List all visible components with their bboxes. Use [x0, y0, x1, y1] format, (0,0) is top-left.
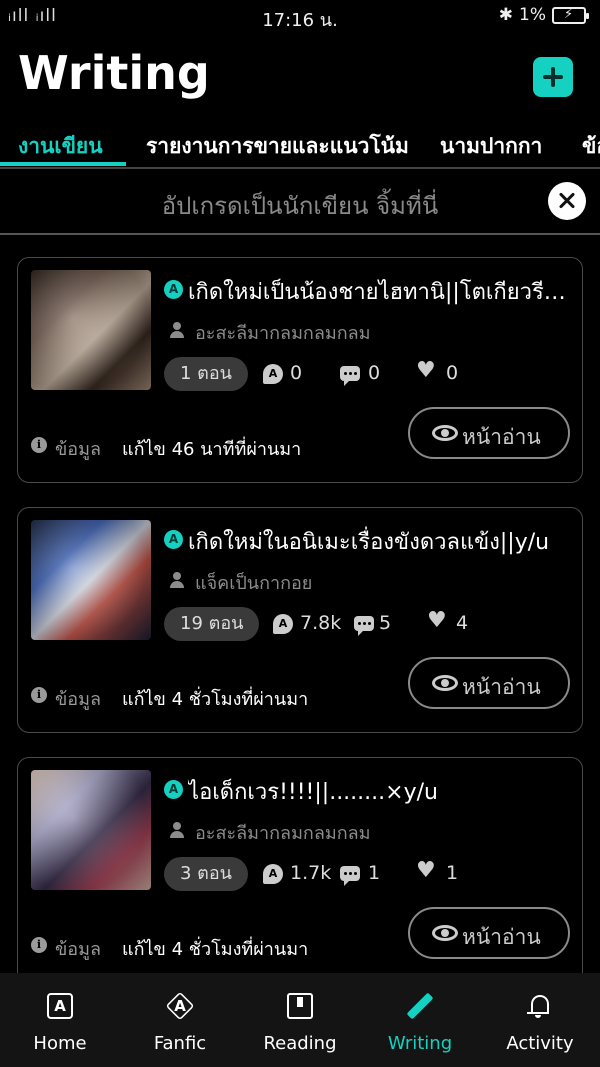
info-icon[interactable]: i [31, 937, 47, 953]
nav-activity[interactable]: Activity [480, 973, 600, 1067]
story-card[interactable]: A ไอเด็กเวร!!!!||........×y/u อะสะลีมากล… [17, 757, 583, 973]
pen-icon [407, 993, 433, 1019]
heart-icon: ♥ [416, 358, 436, 383]
status-right: ✱ 1% ⚡ [498, 5, 589, 25]
close-icon[interactable] [548, 182, 586, 220]
views-icon: A [263, 364, 283, 384]
nav-writing-label: Writing [387, 1033, 453, 1054]
author-icon [170, 322, 184, 338]
story-author: แจ็คเป็นกากอย [195, 573, 313, 594]
read-page-button[interactable]: หน้าอ่าน [408, 907, 570, 959]
story-title[interactable]: ไอเด็กเวร!!!!||........×y/u [188, 774, 568, 809]
episode-count: 19 ตอน [164, 607, 260, 641]
upgrade-banner[interactable]: อัปเกรดเป็นนักเขียน จิ้มที่นี่ [0, 170, 600, 232]
episode-count: 3 ตอน [164, 857, 248, 891]
heart-icon: ♥ [416, 858, 436, 883]
info-label[interactable]: ข้อมูล [55, 684, 101, 713]
nav-reading-label: Reading [263, 1033, 337, 1054]
likes-count: 0 [446, 362, 459, 384]
story-cover[interactable] [31, 770, 151, 890]
comments-icon [340, 366, 360, 386]
comments-icon [354, 616, 374, 636]
comments-count: 0 [368, 362, 381, 384]
read-page-label: หน้าอ่าน [462, 925, 541, 949]
nav-reading[interactable]: Reading [240, 973, 360, 1067]
info-label[interactable]: ข้อมูล [55, 934, 101, 963]
eye-icon [432, 925, 458, 941]
story-list: A เกิดใหม่เป็นน้องชายไฮทานิ||โตเกียวรีเว… [0, 235, 600, 973]
last-edited: แก้ไข 46 นาทีที่ผ่านมา [122, 439, 302, 460]
nav-fanfic-label: Fanfic [153, 1033, 207, 1054]
story-title[interactable]: เกิดใหม่ในอนิเมะเรื่องขังดวลแข้ง||y/u [188, 524, 568, 559]
story-card[interactable]: A เกิดใหม่ในอนิเมะเรื่องขังดวลแข้ง||y/u … [17, 507, 583, 733]
battery-percent: 1% [519, 5, 546, 25]
eye-icon [432, 425, 458, 441]
bluetooth-icon: ✱ [498, 5, 514, 25]
read-page-button[interactable]: หน้าอ่าน [408, 657, 570, 709]
book-icon [287, 993, 313, 1019]
read-page-label: หน้าอ่าน [462, 425, 541, 449]
home-icon: A [47, 993, 73, 1019]
writer-badge-icon: A [164, 280, 183, 299]
views-icon: A [263, 864, 283, 884]
info-icon[interactable]: i [31, 437, 47, 453]
page-title: Writing [18, 46, 210, 100]
story-card[interactable]: A เกิดใหม่เป็นน้องชายไฮทานิ||โตเกียวรีเว… [17, 257, 583, 483]
bell-icon [527, 993, 553, 1019]
nav-writing[interactable]: Writing [360, 973, 480, 1067]
views-count: 0 [290, 362, 303, 384]
info-icon[interactable]: i [31, 687, 47, 703]
read-page-label: หน้าอ่าน [462, 675, 541, 699]
add-story-button[interactable] [533, 57, 573, 97]
views-count: 1.7k [290, 862, 332, 884]
writer-badge-icon: A [164, 530, 183, 549]
bottom-nav: A Home A Fanfic Reading Writing Activity [0, 973, 600, 1067]
story-cover[interactable] [31, 270, 151, 390]
author-icon [170, 572, 184, 588]
comments-icon [340, 866, 360, 886]
tabs-divider [0, 167, 600, 169]
nav-fanfic[interactable]: A Fanfic [120, 973, 240, 1067]
author-icon [170, 822, 184, 838]
last-edited: แก้ไข 4 ชั่วโมงที่ผ่านมา [122, 689, 309, 710]
views-icon: A [273, 614, 293, 634]
nav-home-label: Home [33, 1033, 87, 1054]
story-author: อะสะลีมากลมกลมกลม [195, 823, 371, 844]
nav-activity-label: Activity [506, 1033, 574, 1054]
comments-count: 1 [368, 862, 381, 884]
story-cover[interactable] [31, 520, 151, 640]
tab-writings[interactable]: งานเขียน [18, 130, 103, 163]
story-title[interactable]: เกิดใหม่เป็นน้องชายไฮทานิ||โตเกียวรีเวนเ… [188, 274, 568, 309]
read-page-button[interactable]: หน้าอ่าน [408, 407, 570, 459]
fanfic-icon: A [167, 993, 193, 1019]
story-author: อะสะลีมากลมกลมกลม [195, 323, 371, 344]
tab-pen-names[interactable]: นามปากกา [440, 130, 542, 163]
likes-count: 1 [446, 862, 459, 884]
eye-icon [432, 675, 458, 691]
upgrade-banner-text[interactable]: อัปเกรดเป็นนักเขียน จิ้มที่นี่ [0, 186, 600, 225]
views-count: 7.8k [300, 612, 342, 634]
tab-sales-report[interactable]: รายงานการขายและแนวโน้ม [146, 130, 409, 163]
battery-icon: ⚡ [552, 6, 589, 24]
likes-count: 4 [456, 612, 469, 634]
episode-count: 1 ตอน [164, 357, 248, 391]
comments-count: 5 [379, 612, 392, 634]
heart-icon: ♥ [427, 608, 447, 633]
tab-info[interactable]: ข้อ [582, 130, 600, 163]
nav-home[interactable]: A Home [0, 973, 120, 1067]
info-label[interactable]: ข้อมูล [55, 434, 101, 463]
status-bar: ᵢıll ᵢıll 17:16 น. ✱ 1% ⚡ [0, 0, 600, 34]
writer-badge-icon: A [164, 780, 183, 799]
active-tab-indicator [0, 162, 126, 166]
last-edited: แก้ไข 4 ชั่วโมงที่ผ่านมา [122, 939, 309, 960]
